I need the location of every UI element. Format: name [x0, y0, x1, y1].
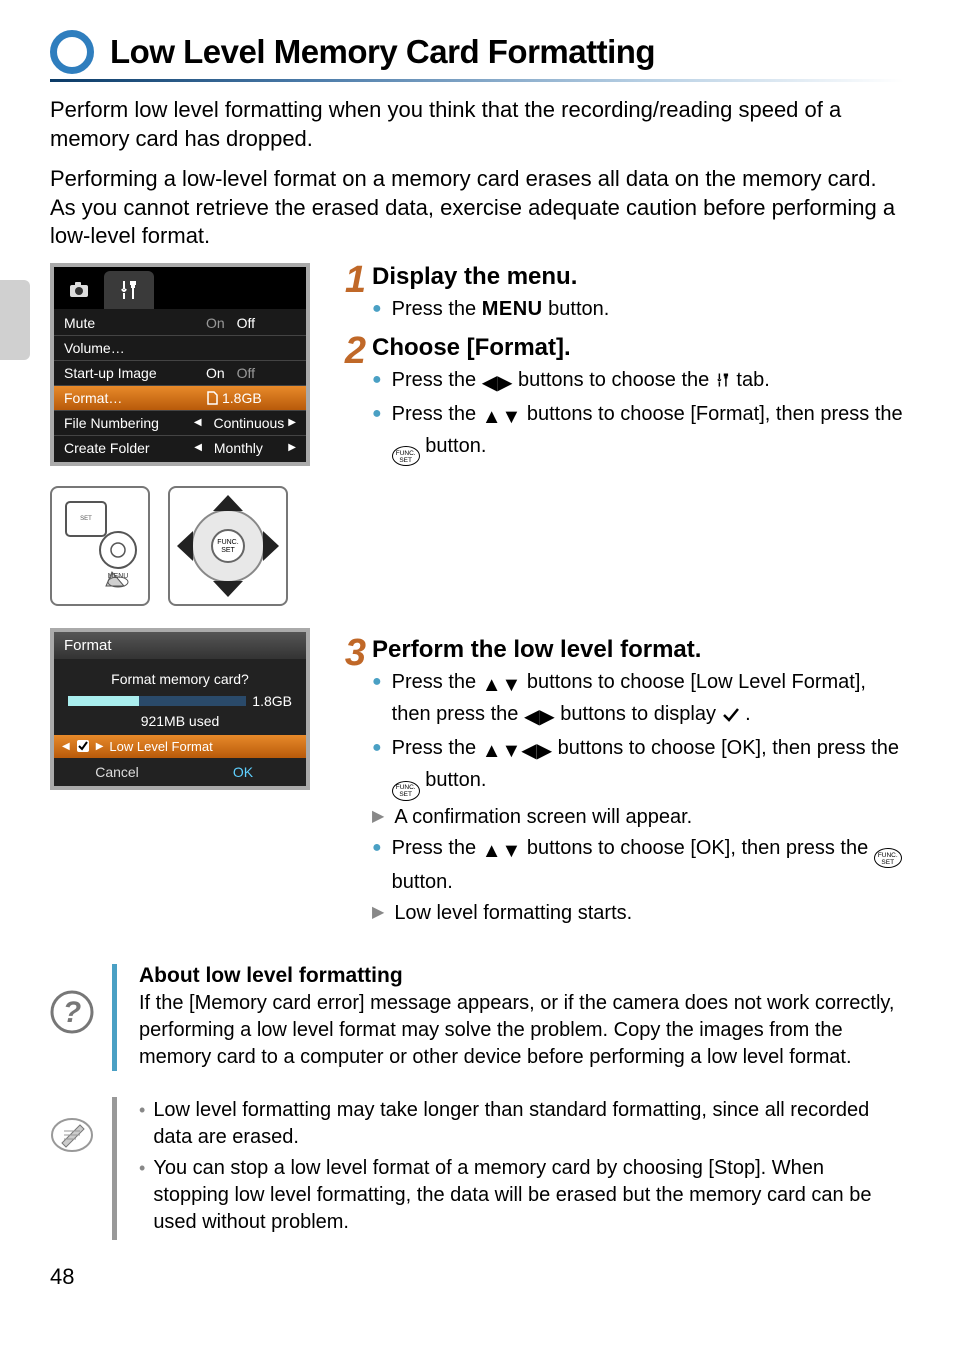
svg-text:SET: SET — [221, 547, 235, 554]
page-number: 48 — [50, 1264, 904, 1290]
step-1: 1 Display the menu. ● Press the MENU but… — [336, 263, 904, 326]
svg-text:?: ? — [63, 996, 81, 1029]
camera-tab-shooting — [54, 271, 104, 309]
menu-row-mute: Mute On Off — [54, 311, 306, 336]
tools-icon — [715, 371, 731, 389]
page-title: Low Level Memory Card Formatting — [110, 33, 655, 71]
checkbox-checked-icon — [76, 739, 90, 753]
bullet-icon: ● — [372, 366, 382, 398]
bullet-icon: ● — [372, 734, 382, 801]
intro-paragraph-2: Performing a low-level format on a memor… — [50, 165, 904, 251]
menu-row-volume: Volume… — [54, 336, 306, 361]
used-label: 921MB used — [68, 713, 292, 729]
camera-tab-tools — [104, 271, 154, 309]
format-dialog-header: Format — [54, 632, 306, 659]
tip-2: You can stop a low level format of a mem… — [153, 1155, 904, 1236]
camera-menu-screenshot: Mute On Off Volume… Start-up Image On Of… — [50, 263, 310, 466]
about-box: ? About low level formatting If the [Mem… — [50, 964, 904, 1071]
menu-row-file-numbering: File Numbering ◀ Continuous ▶ — [54, 411, 306, 436]
about-text: If the [Memory card error] message appea… — [139, 990, 904, 1071]
side-tab — [0, 280, 30, 360]
up-down-arrows-icon: ▲▼ — [482, 403, 522, 432]
cancel-button: Cancel — [54, 758, 180, 786]
title-underline — [50, 79, 904, 82]
menu-row-format: Format… 1.8GB — [54, 386, 306, 411]
svg-text:FUNC.: FUNC. — [217, 539, 238, 546]
about-title: About low level formatting — [139, 964, 904, 988]
up-down-arrows-icon: ▲▼ — [482, 837, 522, 866]
title-row: Low Level Memory Card Formatting — [50, 30, 904, 75]
menu-row-startup-image: Start-up Image On Off — [54, 361, 306, 386]
question-icon: ? — [50, 990, 94, 1034]
format-dialog-screenshot: Format Format memory card? 1.8GB 921MB u… — [50, 628, 310, 790]
checkmark-icon — [722, 707, 740, 723]
svg-text:SET: SET — [80, 516, 92, 522]
low-level-format-row: ◀ ▶ Low Level Format — [54, 735, 306, 758]
memory-card-icon — [206, 391, 218, 405]
tools-icon — [118, 279, 140, 301]
bullet-icon: ● — [372, 834, 382, 898]
left-right-arrows-icon: ◀▶ — [482, 369, 513, 398]
func-set-icon: FUNC.SET — [392, 446, 420, 466]
bullet-circle-icon — [50, 30, 94, 74]
ok-button: OK — [180, 758, 306, 786]
step-2: 2 Choose [Format]. ● Press the ◀▶ button… — [336, 334, 904, 469]
bullet-icon: ● — [372, 295, 382, 324]
camera-back-illustration: MENU SET — [50, 486, 150, 606]
tips-box: Low level formatting may take longer tha… — [50, 1097, 904, 1240]
up-down-arrows-icon: ▲▼ — [482, 671, 522, 700]
result-triangle-icon: ▶ — [372, 803, 384, 832]
step-1-title: Display the menu. — [372, 263, 904, 291]
format-question: Format memory card? — [68, 671, 292, 687]
result-triangle-icon: ▶ — [372, 899, 384, 928]
step-2-title: Choose [Format]. — [372, 334, 904, 362]
pencil-note-icon — [50, 1113, 94, 1157]
capacity-label: 1.8GB — [252, 693, 292, 709]
func-set-icon: FUNC.SET — [874, 848, 902, 868]
menu-word: MENU — [482, 298, 543, 320]
step-3-title: Perform the low level format. — [372, 636, 904, 664]
all-arrows-icon: ▲▼◀▶ — [482, 737, 552, 766]
tip-1: Low level formatting may take longer tha… — [153, 1097, 904, 1151]
bullet-icon: ● — [372, 668, 382, 732]
left-right-arrows-icon: ◀▶ — [524, 703, 555, 732]
menu-row-create-folder: Create Folder ◀ Monthly ▶ — [54, 436, 306, 460]
bullet-icon: ● — [372, 400, 382, 467]
dpad-illustration: FUNC. SET — [168, 486, 288, 606]
intro-paragraph-1: Perform low level formatting when you th… — [50, 96, 904, 153]
capacity-bar — [68, 696, 246, 706]
func-set-icon: FUNC.SET — [392, 781, 420, 801]
step-3: 3 Perform the low level format. ● Press … — [336, 636, 904, 930]
